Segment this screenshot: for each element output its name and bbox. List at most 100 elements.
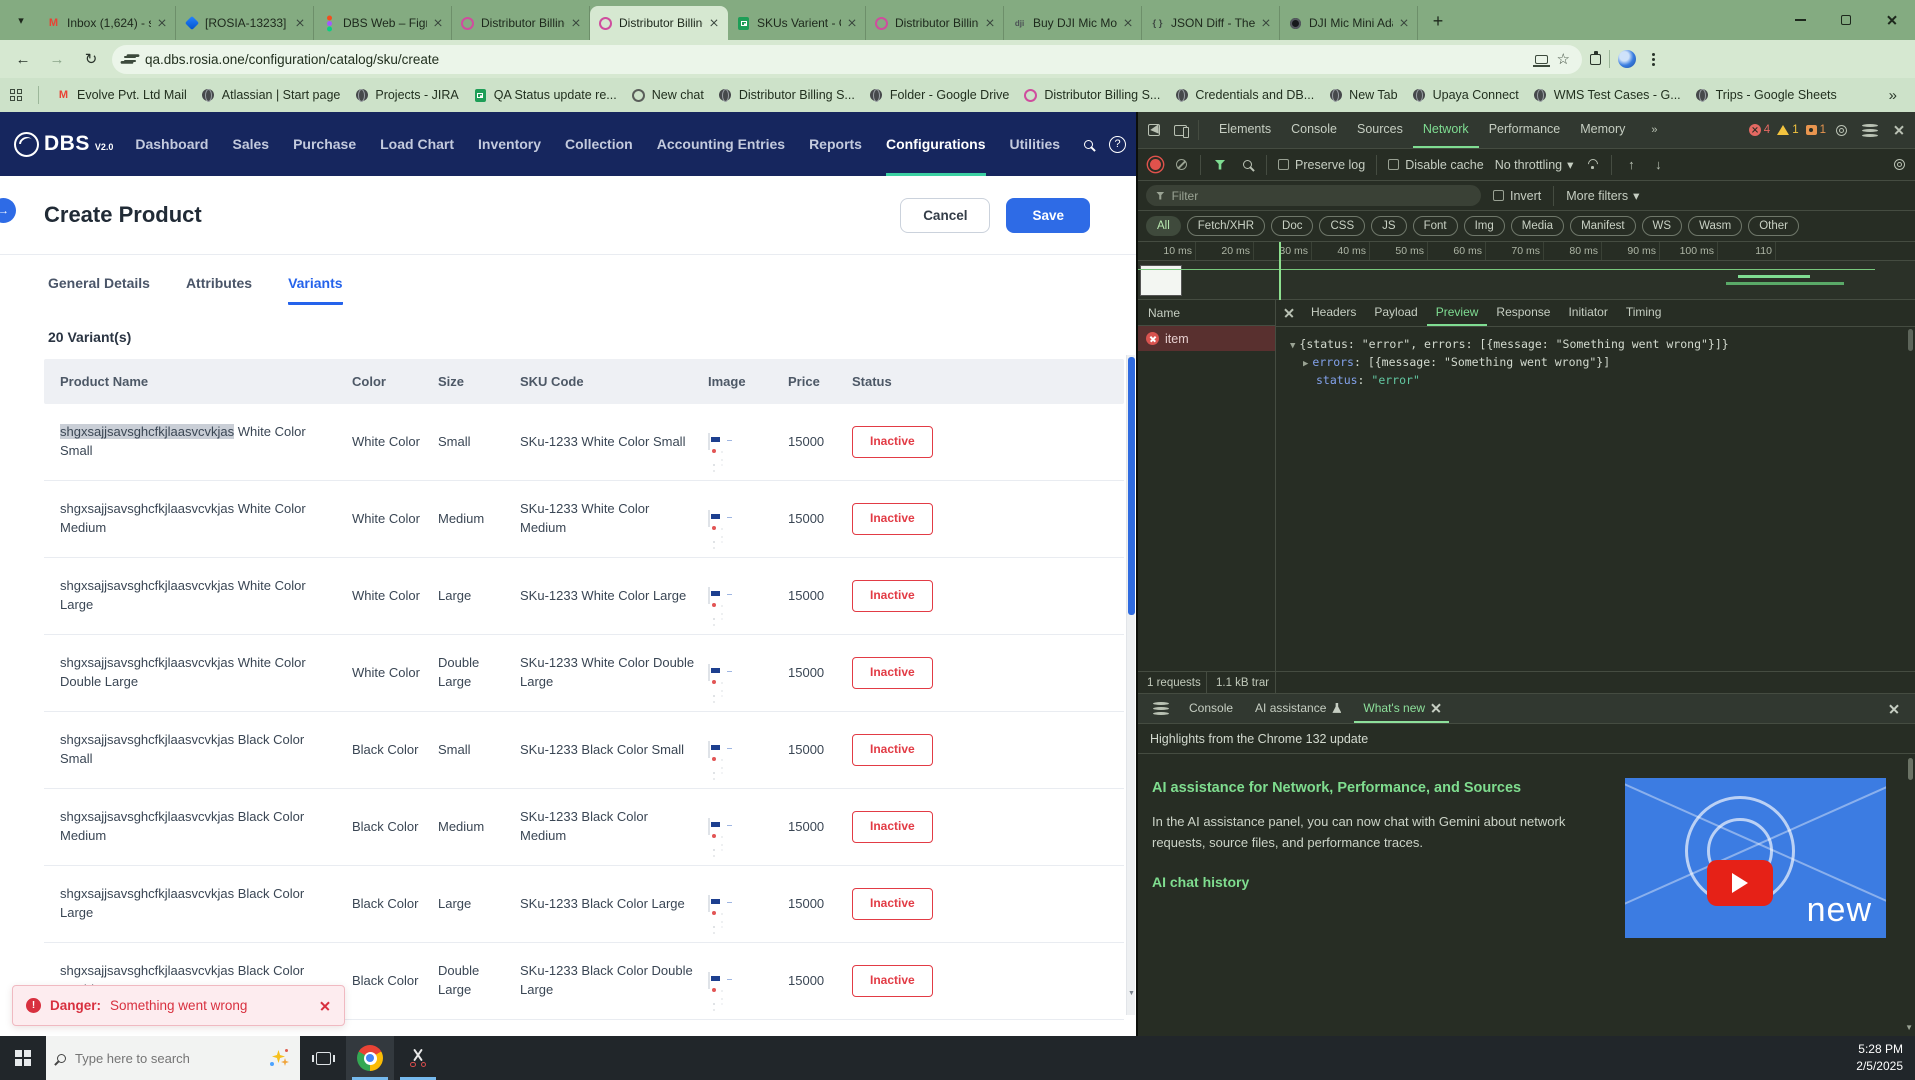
profile-avatar[interactable] xyxy=(1618,50,1636,68)
nav-item[interactable]: Configurations xyxy=(886,112,986,176)
table-row[interactable]: shgxsajjsavsghcfkjlaasvcvkjas White Colo… xyxy=(44,404,1124,481)
status-badge[interactable]: Inactive xyxy=(852,811,933,842)
more-panels-chevron-icon[interactable]: » xyxy=(1645,124,1661,136)
status-badge[interactable]: Inactive xyxy=(852,426,933,457)
video-thumbnail[interactable]: new xyxy=(1625,778,1886,938)
site-settings-tune-icon[interactable] xyxy=(124,54,136,64)
product-image-thumbnail[interactable] xyxy=(708,664,710,681)
search-icon[interactable] xyxy=(1084,140,1093,149)
request-type-chip[interactable]: JS xyxy=(1371,216,1406,236)
json-root-node[interactable]: ▼{status: "error", errors: [{message: "S… xyxy=(1290,336,1911,354)
issues-badge[interactable]: 1 xyxy=(1806,124,1826,136)
status-badge[interactable]: Inactive xyxy=(852,965,933,996)
browser-tab[interactable]: DJI Mic Mini Adap xyxy=(1280,6,1418,40)
bookmark-item[interactable]: Distributor Billing S... xyxy=(711,84,862,107)
record-network-icon[interactable] xyxy=(1146,159,1162,170)
request-type-chip[interactable]: CSS xyxy=(1319,216,1365,236)
network-timeline[interactable]: 10 ms20 ms30 ms40 ms50 ms60 ms70 ms80 ms… xyxy=(1138,242,1915,300)
help-icon[interactable]: ? xyxy=(1109,136,1126,153)
bookmark-item[interactable]: Distributor Billing S... xyxy=(1016,84,1167,107)
copilot-sparkle-icon[interactable] xyxy=(269,1048,289,1068)
devtools-tab[interactable]: Sources xyxy=(1347,112,1413,148)
bookmark-item[interactable]: QA Status update re... xyxy=(466,84,624,107)
network-overview-strip[interactable] xyxy=(1138,261,1915,300)
bookmark-star-icon[interactable]: ☆ xyxy=(1557,52,1570,67)
device-toolbar-icon[interactable] xyxy=(1172,125,1188,136)
request-type-chip[interactable]: Wasm xyxy=(1688,216,1742,236)
product-image-thumbnail[interactable] xyxy=(708,433,710,450)
window-minimize-icon[interactable] xyxy=(1777,0,1823,40)
table-row[interactable]: shgxsajjsavsghcfkjlaasvcvkjas White Colo… xyxy=(44,558,1124,635)
taskbar-search[interactable] xyxy=(46,1036,300,1080)
tab-close-icon[interactable] xyxy=(1261,18,1271,28)
drawer-menu-icon[interactable] xyxy=(1153,707,1169,710)
page-tab[interactable]: General Details xyxy=(48,275,150,305)
product-image-thumbnail[interactable] xyxy=(708,587,710,604)
reload-icon[interactable]: ↻ xyxy=(78,46,104,72)
error-count-badge[interactable]: 4 xyxy=(1749,124,1770,136)
devtools-close-icon[interactable] xyxy=(1891,125,1907,135)
detail-tab[interactable]: Response xyxy=(1487,300,1559,326)
youtube-play-icon[interactable] xyxy=(1707,860,1773,906)
browser-tab[interactable]: SKUs Varient - Go xyxy=(728,6,866,40)
detail-close-icon[interactable] xyxy=(1284,308,1294,318)
apps-grid-icon[interactable] xyxy=(10,89,22,101)
request-type-chip[interactable]: Doc xyxy=(1271,216,1313,236)
bookmark-item[interactable]: WMS Test Cases - G... xyxy=(1526,84,1688,107)
browser-tab[interactable]: DBS Web – Figma xyxy=(314,6,452,40)
status-badge[interactable]: Inactive xyxy=(852,888,933,919)
tab-search-chevron-icon[interactable]: ▾ xyxy=(8,7,34,33)
bookmark-item[interactable]: Upaya Connect xyxy=(1405,84,1526,107)
browser-tab[interactable]: Distributor Billing xyxy=(866,6,1004,40)
tab-close-icon[interactable] xyxy=(433,18,443,28)
task-view-button[interactable] xyxy=(300,1036,346,1080)
bookmark-item[interactable]: Folder - Google Drive xyxy=(862,84,1017,107)
nav-item[interactable]: Sales xyxy=(232,112,269,176)
address-bar[interactable]: qa.dbs.rosia.one/configuration/catalog/s… xyxy=(112,45,1582,74)
bookmark-item[interactable]: New Tab xyxy=(1321,84,1404,107)
clear-network-icon[interactable] xyxy=(1173,159,1189,170)
taskbar-search-input[interactable] xyxy=(75,1051,225,1066)
more-filters-dropdown[interactable]: More filters ▾ xyxy=(1566,188,1639,203)
drawer-close-icon[interactable] xyxy=(1888,703,1899,714)
filter-input[interactable] xyxy=(1172,189,1471,203)
request-type-chip[interactable]: Font xyxy=(1413,216,1458,236)
warning-count-badge[interactable]: 1 xyxy=(1777,124,1798,136)
browser-tab[interactable]: JSON Diff - The se xyxy=(1142,6,1280,40)
send-to-device-icon[interactable] xyxy=(1535,55,1548,64)
tab-close-icon[interactable] xyxy=(157,18,167,28)
bookmark-item[interactable]: Atlassian | Start page xyxy=(194,84,348,107)
request-type-chip[interactable]: All xyxy=(1146,216,1181,236)
tab-close-icon[interactable] xyxy=(571,18,581,28)
detail-tab[interactable]: Timing xyxy=(1617,300,1671,326)
browser-menu-icon[interactable] xyxy=(1652,58,1655,61)
product-image-thumbnail[interactable] xyxy=(708,818,710,835)
bookmark-item[interactable]: Trips - Google Sheets xyxy=(1688,84,1844,107)
drawer-tab-ai-assistance[interactable]: AI assistance xyxy=(1246,694,1350,723)
taskbar-snipping-tool-button[interactable] xyxy=(394,1036,442,1080)
devtools-settings-gear-icon[interactable] xyxy=(1833,125,1849,136)
inspect-element-icon[interactable] xyxy=(1146,124,1162,136)
request-type-chip[interactable]: Other xyxy=(1748,216,1799,236)
save-button[interactable]: Save xyxy=(1006,198,1090,233)
url-text[interactable]: qa.dbs.rosia.one/configuration/catalog/s… xyxy=(145,52,1526,67)
bookmarks-overflow-chevron[interactable]: » xyxy=(1881,87,1905,104)
nav-item[interactable]: Dashboard xyxy=(135,112,208,176)
request-type-chip[interactable]: WS xyxy=(1642,216,1683,236)
devtools-tab[interactable]: Memory xyxy=(1570,112,1635,148)
back-icon[interactable]: ← xyxy=(10,46,36,72)
devtools-tab[interactable]: Performance xyxy=(1479,112,1571,148)
invert-checkbox[interactable]: Invert xyxy=(1493,189,1541,203)
devtools-tab[interactable]: Console xyxy=(1281,112,1347,148)
app-brand[interactable]: DBS V2.0 xyxy=(14,132,113,157)
bookmark-item[interactable]: New chat xyxy=(624,84,711,107)
browser-tab[interactable]: Distributor Billing xyxy=(590,6,728,40)
status-badge[interactable]: Inactive xyxy=(852,657,933,688)
disable-cache-checkbox[interactable]: Disable cache xyxy=(1388,158,1484,172)
preserve-log-checkbox[interactable]: Preserve log xyxy=(1278,158,1365,172)
drawer-scrollbar-thumb[interactable] xyxy=(1908,758,1913,780)
nav-item[interactable]: Utilities xyxy=(1010,112,1061,176)
start-button[interactable] xyxy=(0,1036,46,1080)
nav-item[interactable]: Accounting Entries xyxy=(657,112,785,176)
drawer-tab-console[interactable]: Console xyxy=(1180,694,1242,723)
